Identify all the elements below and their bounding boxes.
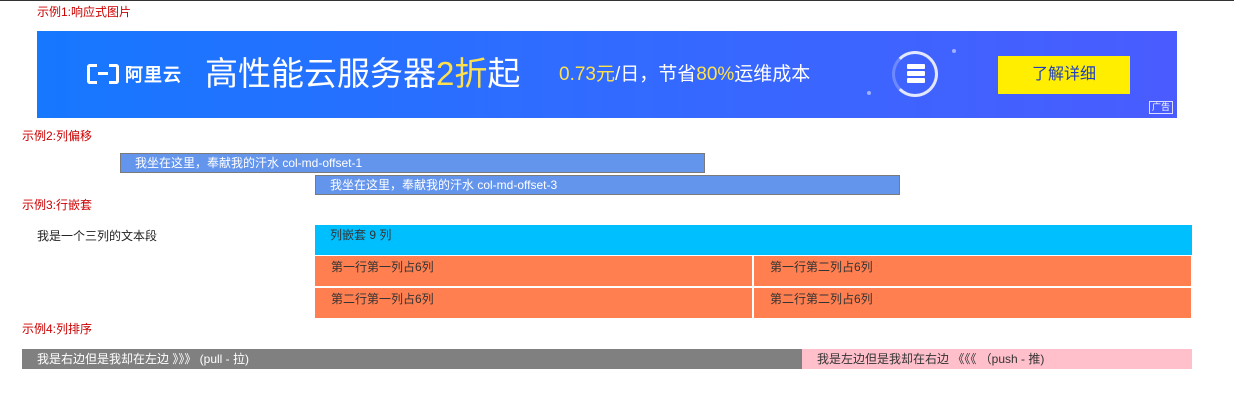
server-icon [892,51,938,97]
nested-cell-r1c1: 第一行第一列占6列 [315,256,752,286]
nested-cell-r1c2: 第一行第二列占6列 [754,256,1191,286]
example-2-title: 示例2:列偏移 [22,129,93,143]
example-1-title: 示例1:响应式图片 [37,5,132,19]
headline-highlight: 2折 [436,55,488,92]
headline-part1: 高性能云服务器 [205,55,436,92]
sub-part1: /日，节省 [614,64,697,85]
top-border [0,0,1234,1]
three-column-text: 我是一个三列的文本段 [37,229,158,243]
aliyun-logo-icon [87,64,119,84]
pull-column: 我是右边但是我却在左边 》》》 (pull - 拉) [22,349,802,369]
nested-cell-r2c1: 第二行第一列占6列 [315,288,752,318]
aliyun-logo: 阿里云 [87,61,182,87]
headline-part2: 起 [487,55,521,92]
sub-part2: 运维成本 [734,64,811,85]
offset-3-column: 我坐在这里，奉献我的汗水 col-md-offset-3 [315,175,900,195]
nested-cell-r2c2: 第二行第二列占6列 [754,288,1191,318]
banner-headline: 高性能云服务器2折起 [205,53,520,95]
sub-highlight: 80% [696,64,735,85]
learn-more-button[interactable]: 了解详细 [998,56,1130,94]
offset-1-column: 我坐在这里，奉献我的汗水 col-md-offset-1 [120,153,705,173]
example-3-title: 示例3:行嵌套 [22,198,93,212]
ad-badge: 广告 [1148,101,1173,114]
banner-subtitle: 0.73元/日，节省80%运维成本 [559,63,810,87]
logo-text: 阿里云 [125,65,182,85]
push-column: 我是左边但是我却在右边 《《《 （push - 推) [802,349,1192,369]
example-4-title: 示例4:列排序 [22,322,93,336]
decor-dot [867,91,871,95]
aliyun-ad-banner[interactable]: 阿里云 高性能云服务器2折起 0.73元/日，节省80%运维成本 了解详细 广告 [37,31,1177,118]
nested-9-column-header: 列嵌套 9 列 [315,225,1192,255]
sub-price: 0.73元 [559,64,615,85]
decor-dot [952,49,956,53]
